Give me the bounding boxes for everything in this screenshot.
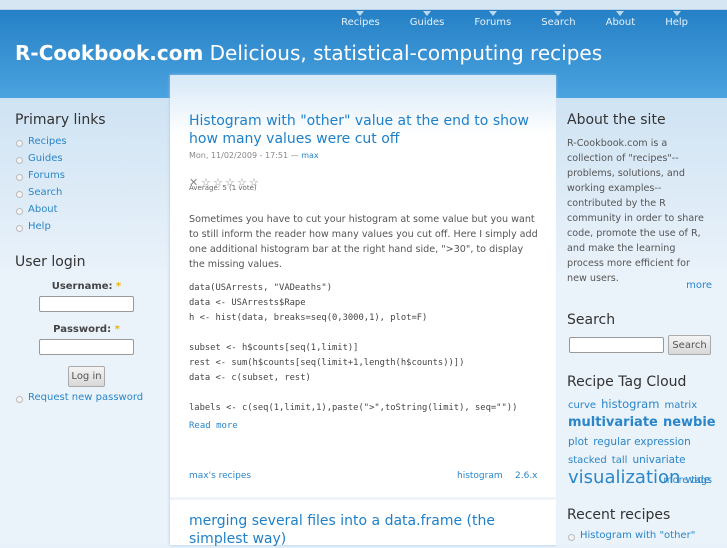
password-label-text: Password: [53,324,112,335]
login-links: Request new password [15,392,143,409]
post-title-2[interactable]: merging several files into a data.frame … [189,512,529,548]
about-text: R-Cookbook.com is a collection of "recip… [567,138,704,284]
post-divider [170,497,556,500]
recent-recipes-list: Histogram with "other" [567,530,695,547]
left-sidebar: Primary links Recipes Guides Forums Sear… [0,98,170,545]
tag-version[interactable]: 2.6.x [515,471,538,481]
tag-matrix[interactable]: matrix [665,400,698,411]
post-body: Sometimes you have to cut your histogram… [189,214,538,270]
link-text[interactable]: Forums [28,170,65,181]
tag-plot[interactable]: plot [568,436,588,448]
more-tags-link[interactable]: more tags [663,475,712,486]
recent-recipe-link[interactable]: Histogram with "other" [580,530,695,541]
site-slogan: Delicious, statistical-computing recipes [209,41,603,65]
link-text[interactable]: Recipes [28,136,67,147]
primary-links: Recipes Guides Forums Search About Help [15,136,67,238]
post-author[interactable]: max [301,151,318,160]
site-title: R-Cookbook.com Delicious, statistical-co… [15,41,602,65]
main-nav: Recipes Guides Forums Search About Help [320,11,697,28]
read-more-link[interactable]: Read more [189,421,238,431]
password-input[interactable] [39,339,134,355]
username-label: Username: * [39,281,134,292]
main-content: Histogram with "other" value at the end … [170,75,556,548]
right-sidebar: About the site R-Cookbook.com is a colle… [556,98,727,545]
post-meta: Mon, 11/02/2009 - 17:51 — max [189,151,319,160]
request-password-link[interactable]: Request new password [28,392,143,403]
post-title[interactable]: Histogram with "other" value at the end … [189,112,539,148]
password-label: Password: * [39,324,134,335]
search-input[interactable] [569,337,664,353]
tag-histogram[interactable]: histogram [457,471,503,481]
search-button[interactable]: Search [668,335,711,355]
required-marker: * [116,281,122,292]
nav-guides[interactable]: Guides [401,11,454,28]
login-button[interactable]: Log in [68,366,105,387]
link-text[interactable]: Help [28,221,51,232]
tag-tall[interactable]: tall [612,455,628,466]
username-input[interactable] [39,296,134,312]
primary-link-help[interactable]: Help [15,221,67,238]
search-heading: Search [567,312,616,328]
nav-help[interactable]: Help [656,11,697,28]
site-name[interactable]: R-Cookbook.com [15,41,203,65]
required-marker: * [114,324,120,335]
nav-about[interactable]: About [597,11,645,28]
primary-link-forums[interactable]: Forums [15,170,67,187]
primary-link-recipes[interactable]: Recipes [15,136,67,153]
tag-stacked[interactable]: stacked [568,455,607,466]
nav-recipes[interactable]: Recipes [332,11,389,28]
tag-newbie[interactable]: newbie [663,415,716,430]
about-heading: About the site [567,112,666,128]
user-login-heading: User login [15,254,86,270]
top-band [0,0,727,10]
recent-recipe-item[interactable]: Histogram with "other" [567,530,695,547]
nav-search[interactable]: Search [532,11,584,28]
tag-regular-expression[interactable]: regular expression [593,436,691,448]
tag-curve[interactable]: curve [568,400,596,411]
user-recipes-link[interactable]: max's recipes [189,471,251,481]
link-text[interactable]: About [28,204,58,215]
username-label-text: Username: [51,281,113,292]
tag-multivariate[interactable]: multivariate [568,415,658,430]
rating-average: Average: 5 (1 vote) [189,184,257,192]
primary-link-search[interactable]: Search [15,187,67,204]
code-block: data(USArrests, "VADeaths") data <- USAr… [189,283,518,413]
tag-univariate[interactable]: univariate [633,454,686,466]
link-text[interactable]: Guides [28,153,63,164]
tag-histogram[interactable]: histogram [601,397,659,411]
nav-forums[interactable]: Forums [465,11,520,28]
request-password-item[interactable]: Request new password [15,392,143,409]
primary-links-heading: Primary links [15,112,106,128]
link-text[interactable]: Search [28,187,62,198]
primary-link-guides[interactable]: Guides [15,153,67,170]
post-date: Mon, 11/02/2009 - 17:51 — [189,151,299,160]
tag-cloud-heading: Recipe Tag Cloud [567,374,687,390]
about-more-link[interactable]: more [686,280,712,291]
primary-link-about[interactable]: About [15,204,67,221]
recent-recipes-heading: Recent recipes [567,507,671,523]
